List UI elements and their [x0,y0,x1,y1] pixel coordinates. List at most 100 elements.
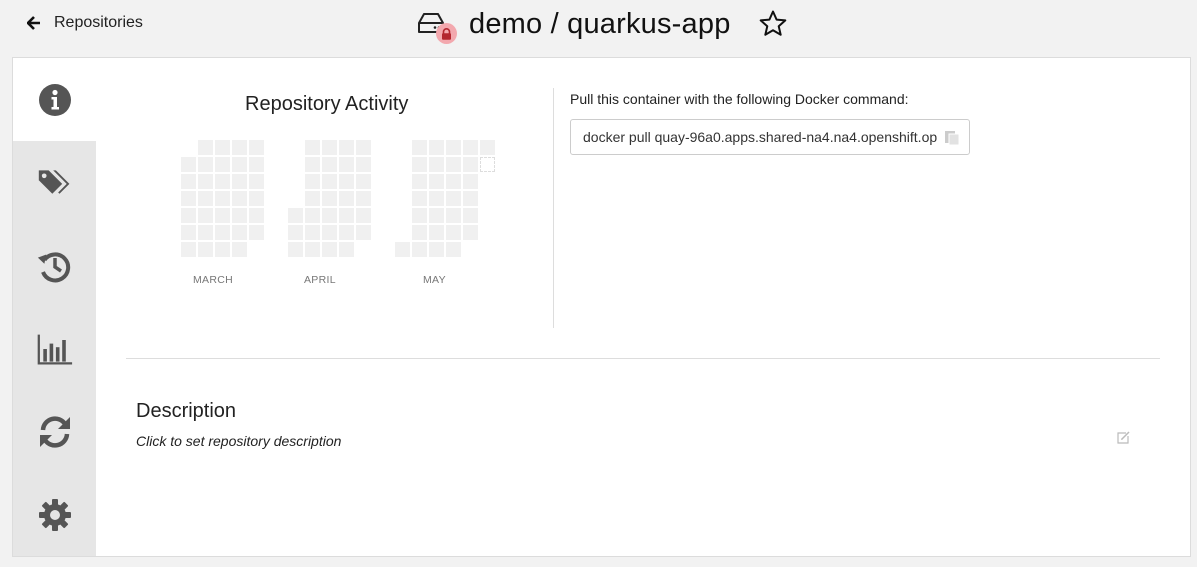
activity-day-cell [181,225,196,240]
tab-tags[interactable] [13,141,96,224]
activity-day-cell [215,157,230,172]
activity-day-cell [215,191,230,206]
repo-header: demo / quarkus-app [416,6,788,44]
activity-day-cell [429,191,444,206]
activity-day-cell [412,208,427,223]
activity-day-cell [412,242,427,257]
activity-day-cell [215,174,230,189]
activity-day-cell [339,174,354,189]
description-title: Description [136,400,237,422]
activity-day-cell [288,208,303,223]
tab-usage-logs[interactable] [13,307,96,390]
activity-day-cell [339,191,354,206]
pull-command-text[interactable]: docker pull quay-96a0.apps.shared-na4.na… [583,129,937,145]
activity-day-cell [232,225,247,240]
activity-day-cell [322,174,337,189]
activity-day-cell [305,208,320,223]
star-button[interactable] [758,9,788,39]
activity-day-cell [463,157,478,172]
activity-day-cell [463,225,478,240]
activity-day-cell [412,174,427,189]
activity-day-cell [249,208,264,223]
activity-day-cell [429,242,444,257]
activity-day-cell [322,157,337,172]
activity-day-cell [305,157,320,172]
activity-day-cell [322,191,337,206]
activity-day-cell [429,174,444,189]
tags-icon [38,169,69,194]
edit-icon[interactable] [1116,431,1130,445]
activity-day-cell [215,225,230,240]
activity-day-cell [412,157,427,172]
repo-sidebar [13,58,96,556]
activity-day-cell [198,242,213,257]
activity-day-cell [305,225,320,240]
arrow-left-icon [27,16,40,30]
activity-day-cell [198,157,213,172]
info-circle-icon [38,83,71,116]
activity-day-cell [249,174,264,189]
back-to-repositories-link[interactable]: Repositories [27,14,143,32]
tab-builds[interactable] [13,390,96,473]
activity-day-cell [288,242,303,257]
activity-day-cell [429,157,444,172]
activity-day-cell [305,242,320,257]
activity-day-cell [446,174,461,189]
pull-command-label: Pull this container with the following D… [570,91,909,107]
activity-day-cell [181,174,196,189]
activity-day-cell [356,157,371,172]
activity-day-cell [198,191,213,206]
section-divider [126,358,1160,359]
activity-day-cell [305,174,320,189]
activity-day-cell [322,208,337,223]
activity-day-cell [249,140,264,155]
activity-heatmap: MARCH APRIL MAY [163,140,503,290]
lock-icon [442,27,451,40]
activity-day-cell [322,140,337,155]
tab-history[interactable] [13,224,96,307]
activity-day-cell [356,191,371,206]
activity-day-cell [339,225,354,240]
activity-day-cell [198,140,213,155]
back-link-label: Repositories [54,14,143,31]
activity-day-cell [232,208,247,223]
activity-day-cell [232,174,247,189]
activity-day-cell [215,208,230,223]
pull-command-field[interactable]: docker pull quay-96a0.apps.shared-na4.na… [570,119,970,155]
activity-day-cell [322,242,337,257]
star-outline-icon [759,10,786,36]
column-divider [553,88,554,328]
activity-day-cell [463,191,478,206]
activity-day-cell [198,174,213,189]
refresh-icon [39,415,70,448]
activity-day-cell [446,208,461,223]
activity-day-cell [232,157,247,172]
copy-icon[interactable] [944,130,960,146]
activity-day-cell [249,225,264,240]
activity-day-cell [198,208,213,223]
activity-day-cell [215,242,230,257]
gear-icon [38,498,71,531]
activity-day-cell [412,225,427,240]
activity-day-cell [429,225,444,240]
activity-day-cell [429,208,444,223]
activity-day-cell [305,191,320,206]
activity-day-cell [339,242,354,257]
description-placeholder[interactable]: Click to set repository description [136,433,341,449]
activity-day-cell [480,140,495,155]
activity-day-cell [322,225,337,240]
tab-info[interactable] [13,58,96,141]
month-label-march: MARCH [193,274,233,286]
tab-settings[interactable] [13,473,96,556]
activity-day-cell [446,191,461,206]
activity-day-cell [232,140,247,155]
repository-activity-title: Repository Activity [245,93,409,115]
activity-day-cell [446,140,461,155]
activity-day-cell [463,208,478,223]
activity-day-cell [480,157,495,172]
activity-day-cell [181,242,196,257]
page-title: demo / quarkus-app [469,7,731,40]
activity-day-cell [288,225,303,240]
activity-day-cell [356,208,371,223]
activity-day-cell [232,242,247,257]
